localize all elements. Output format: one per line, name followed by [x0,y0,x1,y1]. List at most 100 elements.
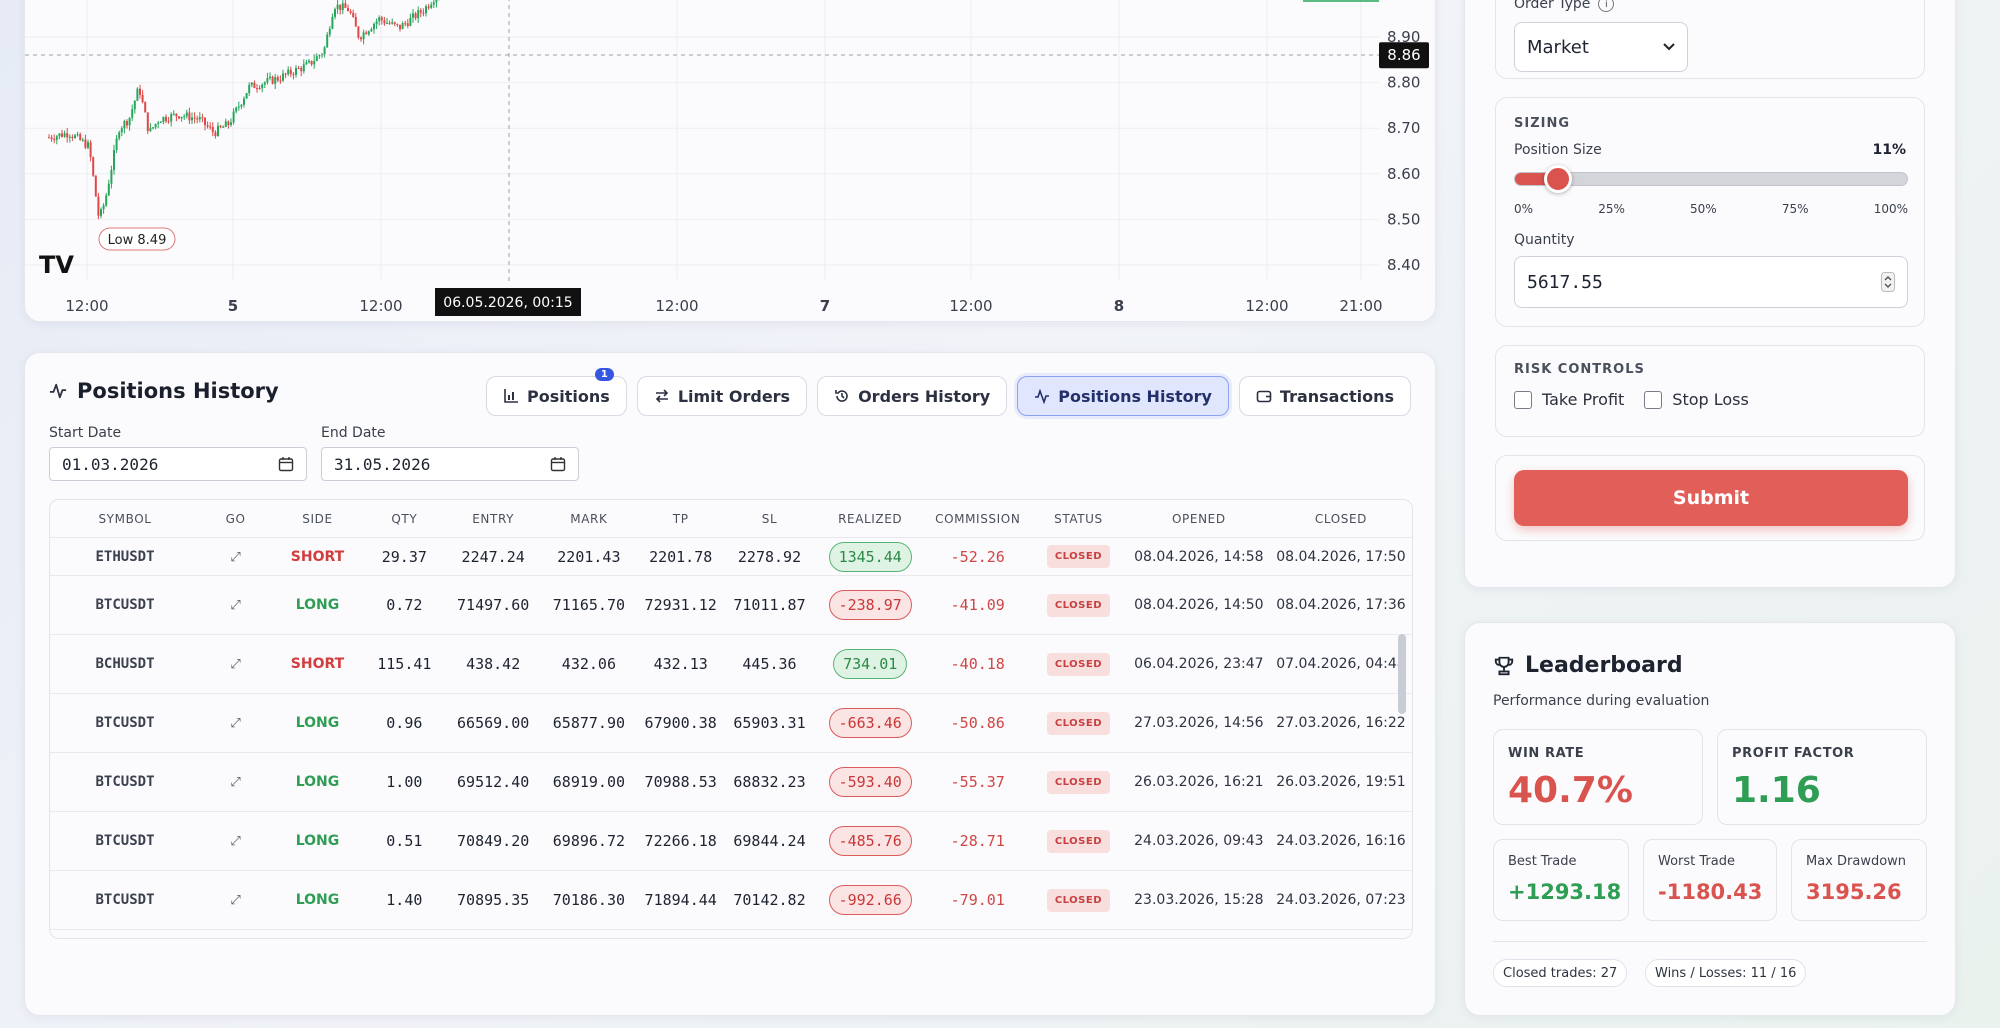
side-value: LONG [295,833,340,849]
tab-limit-orders[interactable]: Limit Orders [636,376,808,416]
positions-table[interactable]: SYMBOL GO SIDE QTY ENTRY MARK TP SL REALIZED COMM… [49,499,1413,939]
closed-value: 24.03.2026, 16:16 [1276,833,1406,849]
checkbox-box[interactable] [1644,390,1663,409]
tp-value: 432.13 [653,655,708,673]
status-value: CLOSED [1046,888,1111,912]
candle-body [81,139,84,141]
candle-body [425,6,427,14]
cell-mark: 71165.70 [542,596,637,614]
column-header-commission[interactable]: COMMISSION [926,512,1029,526]
candle-body [68,136,71,138]
candle-body [370,29,373,32]
cell-side: SHORT [271,656,364,672]
column-header-tp[interactable]: TP [636,512,725,526]
submit-button[interactable]: Submit [1514,470,1908,526]
cell-tp: 2201.78 [636,548,725,566]
column-header-side[interactable]: SIDE [271,512,364,526]
calendar-icon[interactable] [278,456,294,472]
column-header-status[interactable]: STATUS [1029,512,1128,526]
info-icon[interactable]: i [1598,0,1615,12]
worst-trade-value: -1180.43 [1658,880,1763,904]
column-header-closed[interactable]: CLOSED [1270,512,1412,526]
candle-body [92,157,95,176]
qty-value: 1.40 [386,891,423,909]
expand-icon[interactable]: ⤢ [230,598,240,613]
cell-opened: 23.03.2026, 15:28 [1128,892,1270,908]
tp-value: 72931.12 [644,596,717,614]
tab-positions-history[interactable]: Positions History [1017,376,1229,416]
cell-mark: 2201.43 [542,548,637,566]
column-header-symbol[interactable]: SYMBOL [50,512,200,526]
expand-icon[interactable]: ⤢ [230,775,240,790]
end-date-input[interactable]: 31.05.2026 [321,447,579,481]
column-header-qty[interactable]: QTY [364,512,445,526]
stop-loss-checkbox[interactable]: Stop Loss [1644,390,1749,409]
checkbox-box[interactable] [1514,390,1532,409]
risk-controls-section: RISK CONTROLS Take Profit Stop Loss [1495,345,1925,437]
candle-body [344,3,347,8]
order-type-value: Market [1527,36,1589,58]
column-header-sl[interactable]: SL [725,512,814,526]
cell-entry: 438.42 [445,655,542,673]
calendar-icon[interactable] [550,456,566,472]
cell-mark: 69896.72 [542,832,637,850]
start-date-input[interactable]: 01.03.2026 [49,447,307,481]
candle-body [266,78,269,83]
price-tick-label: 8.60 [1387,165,1420,183]
table-row[interactable]: BTCUSDT ⤢ LONG 0.72 71497.60 71165.70 72931.12… [50,576,1412,635]
status-value: CLOSED [1046,711,1111,735]
current-price-label: 8.86 [1387,46,1420,64]
take-profit-checkbox[interactable]: Take Profit [1514,390,1624,409]
tab-orders-history[interactable]: Orders History [817,376,1008,416]
leaderboard-title: Leaderboard [1525,653,1683,678]
slider-thumb[interactable] [1544,165,1573,193]
expand-icon[interactable]: ⤢ [230,716,240,731]
candle-body [334,9,336,17]
quantity-input[interactable]: 5617.55 [1514,256,1908,308]
expand-icon[interactable]: ⤢ [230,834,240,849]
cell-mark: 68919.00 [542,773,637,791]
side-value: LONG [295,774,340,790]
table-row[interactable]: BCHUSDT ⤢ SHORT 115.41 438.42 432.06 432.13 445… [50,635,1412,694]
table-row[interactable]: ETHUSDT ⤢ SHORT 29.37 2247.24 2201.43 2201.78 2… [50,538,1412,576]
cell-commission: -50.86 [926,714,1029,732]
table-row[interactable]: BTCUSDT ⤢ LONG 0.96 66569.00 65877.90 67900.38… [50,694,1412,753]
column-header-entry[interactable]: ENTRY [445,512,542,526]
candle-body [100,209,102,216]
table-row[interactable]: BTCUSDT ⤢ LONG 1.00 69512.40 68919.00 70988.53… [50,753,1412,812]
candle-body [157,122,160,124]
candle-body [412,13,414,18]
order-type-select[interactable]: Market [1514,22,1688,72]
table-scrollbar[interactable] [1398,634,1406,714]
activity-icon [49,383,67,399]
commission-value: -28.71 [950,832,1005,850]
table-row[interactable]: BTCUSDT ⤢ LONG 1.40 70895.35 70186.30 71894.44… [50,871,1412,930]
tp-value: 71894.44 [644,891,717,909]
position-size-slider[interactable] [1514,165,1908,193]
candle-body [323,47,326,55]
column-header-realized[interactable]: REALIZED [814,512,927,526]
candle-body [178,116,180,119]
table-body[interactable]: ETHUSDT ⤢ SHORT 29.37 2247.24 2201.43 2201.78 2… [50,538,1412,930]
price-chart[interactable]: 8.908.808.708.608.508.4012:00 5 12:00 12:00… [25,0,1436,322]
candle-body [105,195,108,206]
candle-body [430,4,433,8]
expand-icon[interactable]: ⤢ [230,893,240,908]
table-row[interactable]: BTCUSDT ⤢ LONG 0.51 70849.20 69896.72 72266.18… [50,812,1412,871]
stepper-icon[interactable] [1881,272,1895,292]
candle-body [128,117,131,126]
price-chart-panel[interactable]: 8.90 8.80 8.70 8.60 8.50 8.40 12:00 5 12:00 12:00… [24,0,1436,322]
tab-transactions[interactable]: Transactions [1238,376,1411,416]
column-header-mark[interactable]: MARK [542,512,637,526]
column-header-opened[interactable]: OPENED [1128,512,1270,526]
candle-body [297,68,300,70]
candle-body [63,133,66,137]
candle-body [386,22,388,24]
candle-body [115,138,118,150]
tab-positions[interactable]: Positions 1 [486,368,627,416]
expand-icon[interactable]: ⤢ [230,657,240,672]
expand-icon[interactable]: ⤢ [230,550,240,565]
commission-value: -55.37 [950,773,1005,791]
sl-value: 70142.82 [733,891,806,909]
column-header-go[interactable]: GO [200,512,271,526]
